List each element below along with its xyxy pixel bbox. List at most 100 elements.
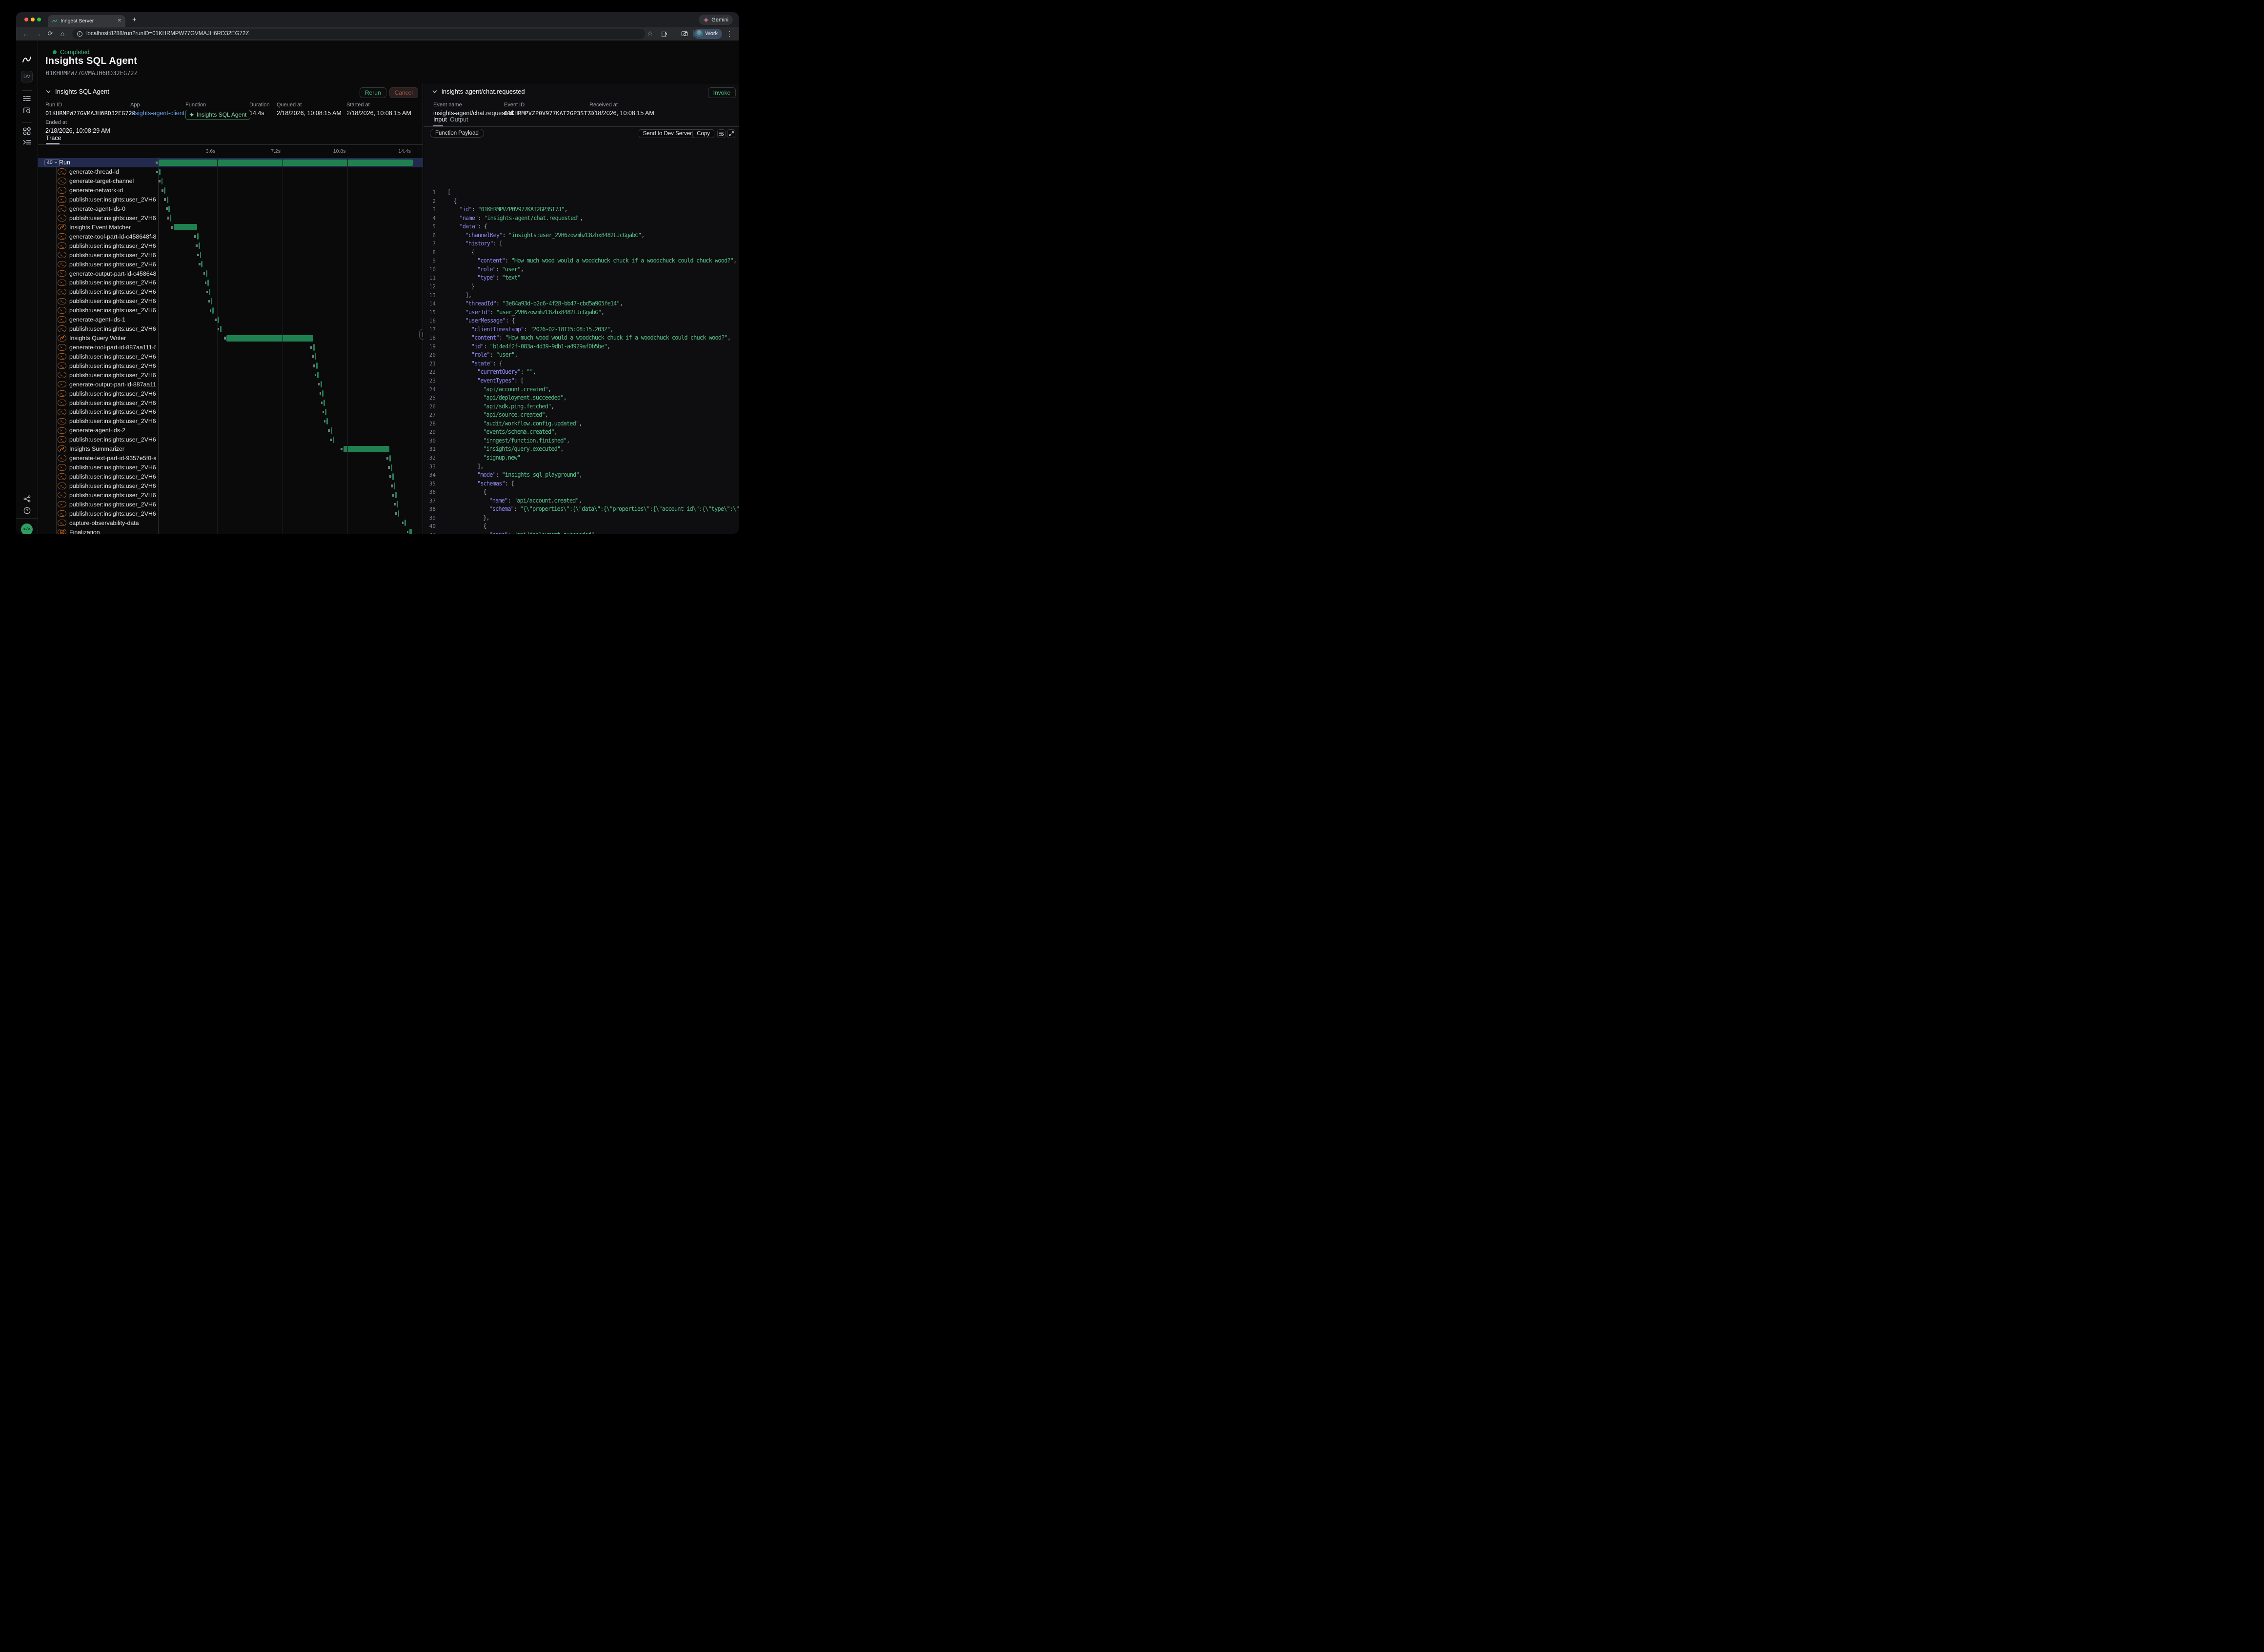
trace-row[interactable]: >_publish:user:insights:user_2VH6zowmh..… [38,287,423,297]
trace-row[interactable]: >_generate-output-part-id-c458648f-8d6..… [38,269,423,278]
trace-row[interactable]: >_publish:user:insights:user_2VH6zowmh..… [38,306,423,315]
trace-row[interactable]: >_publish:user:insights:user_2VH6zowmh..… [38,195,423,204]
span-bar[interactable] [398,510,400,517]
trace-row[interactable]: >_publish:user:insights:user_2VH6zowmh..… [38,389,423,398]
trace-row[interactable]: >_publish:user:insights:user_2VH6zowmh..… [38,352,423,362]
gemini-badge[interactable]: Gemini [699,15,733,25]
env-avatar[interactable]: DV [16,71,38,82]
trace-row[interactable]: >_generate-tool-part-id-887aa111-5d4e-45… [38,343,423,352]
trace-row[interactable]: >_publish:user:insights:user_2VH6zowmh..… [38,435,423,444]
trace-row[interactable]: >_publish:user:insights:user_2VH6zowmh..… [38,278,423,287]
span-bar[interactable] [344,446,389,452]
sidebar-item-apps[interactable] [16,127,38,135]
span-bar[interactable] [409,529,412,534]
word-wrap-button[interactable] [717,129,726,138]
trace-row[interactable]: >_publish:user:insights:user_2VH6zowmh..… [38,509,423,518]
trace-row[interactable]: >_publish:user:insights:user_2VH6zowmh..… [38,500,423,509]
forward-icon[interactable]: → [34,27,43,40]
span-bar[interactable] [200,252,202,258]
profile-chip[interactable]: Work [694,27,722,40]
trace-row[interactable]: >_publish:user:insights:user_2VH6zowmh..… [38,297,423,306]
span-bar[interactable] [174,224,197,230]
cancel-button[interactable]: Cancel [389,87,418,98]
inngest-logo[interactable] [16,55,38,64]
run-children-count[interactable]: 40 [44,159,60,166]
trace-row[interactable]: >_publish:user:insights:user_2VH6zowmh..… [38,370,423,380]
span-bar[interactable] [313,344,315,350]
browser-menu-icon[interactable]: ⋮ [726,27,733,40]
span-bar[interactable] [394,483,395,489]
sidebar-item-events[interactable] [16,107,38,114]
trace-row[interactable]: >_generate-text-part-id-9357e5f0-a530-4.… [38,454,423,463]
maximize-window-button[interactable] [37,18,41,21]
event-accordion-header[interactable]: insights-agent/chat.requested [432,88,525,95]
tab-trace[interactable]: Trace [46,135,61,141]
trace-row[interactable]: >_publish:user:insights:user_2VH6zowmh..… [38,260,423,269]
span-bar[interactable] [323,400,325,406]
payload-json-viewer[interactable]: 1[2{3"id": "01KHRMPVZP0V977KAT2GP3ST7J",… [424,188,739,534]
span-bar[interactable] [325,409,326,415]
span-bar[interactable] [211,298,212,304]
expand-button[interactable] [727,129,735,138]
trace-row[interactable]: >_publish:user:insights:user_2VH6zowmh..… [38,241,423,250]
span-bar[interactable] [316,363,318,369]
trace-row[interactable]: >_publish:user:insights:user_2VH6zowmh..… [38,463,423,472]
span-bar[interactable] [167,197,168,203]
span-bar[interactable] [201,261,202,267]
span-bar[interactable] [220,326,222,332]
trace-row[interactable]: >_publish:user:insights:user_2VH6zowmh..… [38,214,423,223]
rerun-button[interactable]: Rerun [360,87,386,98]
span-bar[interactable] [392,473,394,480]
span-bar[interactable] [170,215,171,221]
trace-row[interactable]: >_publish:user:insights:user_2VH6zowmh..… [38,472,423,482]
span-bar[interactable] [397,501,398,507]
span-bar[interactable] [199,242,200,249]
site-info-icon[interactable]: i [77,31,82,37]
span-bar[interactable] [404,520,406,526]
share-icon[interactable] [16,495,38,503]
back-icon[interactable]: ← [21,27,31,40]
function-payload-button[interactable]: Function Payload [430,129,484,138]
help-icon[interactable]: ? [16,507,38,514]
trace-row[interactable]: >_generate-target-channel [38,177,423,186]
trace-row[interactable]: >_generate-network-id [38,186,423,195]
trace-row[interactable]: >_publish:user:insights:user_2VH6zowmh..… [38,324,423,334]
span-bar[interactable] [315,353,316,360]
trace-row[interactable]: >_publish:user:insights:user_2VH6zowmh..… [38,407,423,417]
span-bar[interactable] [164,187,165,194]
span-bar[interactable] [197,233,199,240]
dev-mode-button[interactable]: </> [16,524,38,534]
span-bar[interactable] [391,464,392,471]
minimize-window-button[interactable] [31,18,35,21]
span-bar[interactable] [226,335,313,342]
close-window-button[interactable] [24,18,28,21]
span-bar[interactable] [317,372,319,378]
trace-row[interactable]: Insights Event Matcher [38,222,423,232]
reload-icon[interactable]: ⟳ [45,27,55,40]
tab-output[interactable]: Output [450,116,468,123]
trace-row[interactable]: >_publish:user:insights:user_2VH6zowmh..… [38,482,423,491]
trace-row[interactable]: >_publish:user:insights:user_2VH6zowmh..… [38,417,423,426]
run-accordion-header[interactable]: Insights SQL Agent [46,88,109,95]
function-badge[interactable]: Insights SQL Agent [185,110,250,120]
trace-row[interactable]: >_generate-agent-ids-1 [38,315,423,324]
trace-row[interactable]: >_generate-thread-id [38,167,423,177]
trace-row[interactable]: >_generate-tool-part-id-c458648f-8d60-..… [38,232,423,241]
span-bar[interactable] [331,427,332,434]
trace-row[interactable]: >_publish:user:insights:user_2VH6zowmh..… [38,490,423,500]
trace-run-row[interactable]: 40 Run [38,158,423,167]
span-bar[interactable] [326,418,328,424]
extensions-icon[interactable] [661,27,667,40]
span-bar[interactable] [207,280,209,286]
sidebar-item-dev-server[interactable] [16,139,38,145]
span-bar[interactable] [212,307,214,314]
span-bar[interactable] [159,169,161,175]
trace-row[interactable]: Insights Summarizer [38,444,423,454]
invoke-button[interactable]: Invoke [708,87,736,98]
span-bar[interactable] [389,455,391,462]
sidebar-item-runs[interactable] [16,95,38,102]
span-bar[interactable] [321,381,322,387]
span-bar[interactable] [209,289,210,295]
trace-row[interactable]: >_publish:user:insights:user_2VH6zowmh..… [38,398,423,407]
trace-row[interactable]: >_generate-agent-ids-0 [38,204,423,214]
